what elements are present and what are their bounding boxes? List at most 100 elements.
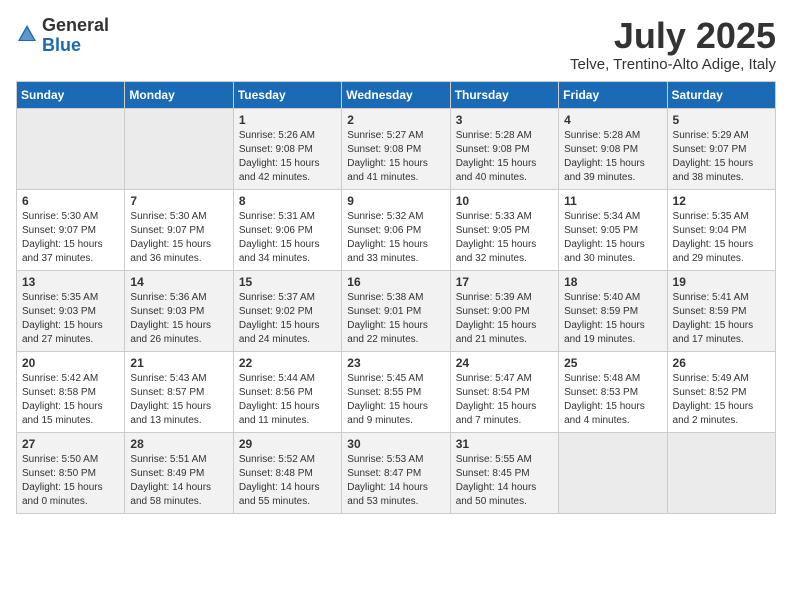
weekday-header-sunday: Sunday: [17, 81, 125, 108]
weekday-header-wednesday: Wednesday: [342, 81, 450, 108]
day-cell: 26 Sunrise: 5:49 AM Sunset: 8:52 PM Dayli…: [667, 351, 775, 432]
day-cell: 18Sunrise: 5:40 AM Sunset: 8:59 PM Dayli…: [559, 270, 667, 351]
day-number: 16: [347, 275, 444, 289]
day-number: 2: [347, 113, 444, 127]
day-cell: 12Sunrise: 5:35 AM Sunset: 9:04 PM Dayli…: [667, 189, 775, 270]
weekday-header-saturday: Saturday: [667, 81, 775, 108]
day-info: Sunrise: 5:52 AM Sunset: 8:48 PM Dayligh…: [239, 453, 336, 509]
title-area: July 2025 Telve, Trentino-Alto Adige, It…: [570, 16, 776, 73]
day-info: Sunrise: 5:30 AM Sunset: 9:07 PM Dayligh…: [22, 210, 119, 266]
day-cell: 1 Sunrise: 5:26 AM Sunset: 9:08 PM Daylig…: [233, 108, 341, 189]
day-info: Sunrise: 5:37 AM Sunset: 9:02 PM Dayligh…: [239, 291, 336, 347]
week-row-4: 20 Sunrise: 5:42 AM Sunset: 8:58 PM Dayli…: [17, 351, 776, 432]
day-number: 3: [456, 113, 553, 127]
day-cell: 21 Sunrise: 5:43 AM Sunset: 8:57 PM Dayli…: [125, 351, 233, 432]
day-number: 26: [673, 356, 770, 370]
day-info: Sunrise: 5:43 AM Sunset: 8:57 PM Dayligh…: [130, 372, 227, 428]
day-cell: 2 Sunrise: 5:27 AM Sunset: 9:08 PM Daylig…: [342, 108, 450, 189]
day-cell: 31Sunrise: 5:55 AM Sunset: 8:45 PM Dayli…: [450, 432, 558, 513]
day-number: 28: [130, 437, 227, 451]
week-row-2: 6 Sunrise: 5:30 AM Sunset: 9:07 PM Daylig…: [17, 189, 776, 270]
day-info: Sunrise: 5:33 AM Sunset: 9:05 PM Dayligh…: [456, 210, 553, 266]
logo-text: General Blue: [42, 16, 109, 56]
day-info: Sunrise: 5:35 AM Sunset: 9:03 PM Dayligh…: [22, 291, 119, 347]
day-cell: 13 Sunrise: 5:35 AM Sunset: 9:03 PM Dayli…: [17, 270, 125, 351]
weekday-header-monday: Monday: [125, 81, 233, 108]
day-cell: [17, 108, 125, 189]
day-info: Sunrise: 5:53 AM Sunset: 8:47 PM Dayligh…: [347, 453, 444, 509]
day-cell: 10 Sunrise: 5:33 AM Sunset: 9:05 PM Dayli…: [450, 189, 558, 270]
day-cell: 15 Sunrise: 5:37 AM Sunset: 9:02 PM Dayli…: [233, 270, 341, 351]
day-info: Sunrise: 5:50 AM Sunset: 8:50 PM Dayligh…: [22, 453, 119, 509]
day-cell: 22 Sunrise: 5:44 AM Sunset: 8:56 PM Dayli…: [233, 351, 341, 432]
day-cell: 28 Sunrise: 5:51 AM Sunset: 8:49 PM Dayli…: [125, 432, 233, 513]
day-number: 20: [22, 356, 119, 370]
day-number: 7: [130, 194, 227, 208]
day-info: Sunrise: 5:35 AM Sunset: 9:04 PM Dayligh…: [673, 210, 770, 266]
day-info: Sunrise: 5:29 AM Sunset: 9:07 PM Dayligh…: [673, 129, 770, 185]
day-number: 25: [564, 356, 661, 370]
day-number: 29: [239, 437, 336, 451]
day-number: 4: [564, 113, 661, 127]
day-cell: 24 Sunrise: 5:47 AM Sunset: 8:54 PM Dayli…: [450, 351, 558, 432]
day-cell: 14 Sunrise: 5:36 AM Sunset: 9:03 PM Dayli…: [125, 270, 233, 351]
day-cell: 6 Sunrise: 5:30 AM Sunset: 9:07 PM Daylig…: [17, 189, 125, 270]
day-info: Sunrise: 5:55 AM Sunset: 8:45 PM Dayligh…: [456, 453, 553, 509]
day-cell: 27 Sunrise: 5:50 AM Sunset: 8:50 PM Dayli…: [17, 432, 125, 513]
day-info: Sunrise: 5:36 AM Sunset: 9:03 PM Dayligh…: [130, 291, 227, 347]
day-number: 11: [564, 194, 661, 208]
month-title: July 2025: [570, 16, 776, 56]
day-info: Sunrise: 5:45 AM Sunset: 8:55 PM Dayligh…: [347, 372, 444, 428]
calendar: SundayMondayTuesdayWednesdayThursdayFrid…: [16, 81, 776, 514]
day-number: 9: [347, 194, 444, 208]
day-cell: [559, 432, 667, 513]
day-cell: 3 Sunrise: 5:28 AM Sunset: 9:08 PM Daylig…: [450, 108, 558, 189]
day-info: Sunrise: 5:47 AM Sunset: 8:54 PM Dayligh…: [456, 372, 553, 428]
weekday-header-thursday: Thursday: [450, 81, 558, 108]
day-cell: 17Sunrise: 5:39 AM Sunset: 9:00 PM Dayli…: [450, 270, 558, 351]
day-number: 27: [22, 437, 119, 451]
day-number: 1: [239, 113, 336, 127]
day-number: 14: [130, 275, 227, 289]
week-row-3: 13 Sunrise: 5:35 AM Sunset: 9:03 PM Dayli…: [17, 270, 776, 351]
day-info: Sunrise: 5:28 AM Sunset: 9:08 PM Dayligh…: [456, 129, 553, 185]
day-number: 21: [130, 356, 227, 370]
day-cell: 4 Sunrise: 5:28 AM Sunset: 9:08 PM Daylig…: [559, 108, 667, 189]
logo-icon: [16, 23, 38, 50]
day-cell: 20 Sunrise: 5:42 AM Sunset: 8:58 PM Dayli…: [17, 351, 125, 432]
day-cell: [667, 432, 775, 513]
header: General Blue July 2025 Telve, Trentino-A…: [16, 16, 776, 73]
day-cell: 8 Sunrise: 5:31 AM Sunset: 9:06 PM Daylig…: [233, 189, 341, 270]
day-number: 22: [239, 356, 336, 370]
day-cell: 19Sunrise: 5:41 AM Sunset: 8:59 PM Dayli…: [667, 270, 775, 351]
day-number: 30: [347, 437, 444, 451]
day-cell: 29 Sunrise: 5:52 AM Sunset: 8:48 PM Dayli…: [233, 432, 341, 513]
day-info: Sunrise: 5:44 AM Sunset: 8:56 PM Dayligh…: [239, 372, 336, 428]
day-info: Sunrise: 5:40 AM Sunset: 8:59 PM Dayligh…: [564, 291, 661, 347]
day-info: Sunrise: 5:26 AM Sunset: 9:08 PM Dayligh…: [239, 129, 336, 185]
day-cell: 30 Sunrise: 5:53 AM Sunset: 8:47 PM Dayli…: [342, 432, 450, 513]
location-title: Telve, Trentino-Alto Adige, Italy: [570, 56, 776, 73]
day-cell: 23Sunrise: 5:45 AM Sunset: 8:55 PM Dayli…: [342, 351, 450, 432]
day-info: Sunrise: 5:32 AM Sunset: 9:06 PM Dayligh…: [347, 210, 444, 266]
day-info: Sunrise: 5:31 AM Sunset: 9:06 PM Dayligh…: [239, 210, 336, 266]
day-cell: 16Sunrise: 5:38 AM Sunset: 9:01 PM Dayli…: [342, 270, 450, 351]
day-number: 10: [456, 194, 553, 208]
day-info: Sunrise: 5:49 AM Sunset: 8:52 PM Dayligh…: [673, 372, 770, 428]
day-number: 15: [239, 275, 336, 289]
day-info: Sunrise: 5:42 AM Sunset: 8:58 PM Dayligh…: [22, 372, 119, 428]
day-number: 13: [22, 275, 119, 289]
day-info: Sunrise: 5:51 AM Sunset: 8:49 PM Dayligh…: [130, 453, 227, 509]
day-number: 6: [22, 194, 119, 208]
day-cell: 5 Sunrise: 5:29 AM Sunset: 9:07 PM Daylig…: [667, 108, 775, 189]
day-number: 17: [456, 275, 553, 289]
day-info: Sunrise: 5:48 AM Sunset: 8:53 PM Dayligh…: [564, 372, 661, 428]
day-cell: 25 Sunrise: 5:48 AM Sunset: 8:53 PM Dayli…: [559, 351, 667, 432]
day-info: Sunrise: 5:28 AM Sunset: 9:08 PM Dayligh…: [564, 129, 661, 185]
weekday-header-tuesday: Tuesday: [233, 81, 341, 108]
day-number: 8: [239, 194, 336, 208]
day-number: 5: [673, 113, 770, 127]
day-number: 24: [456, 356, 553, 370]
day-info: Sunrise: 5:27 AM Sunset: 9:08 PM Dayligh…: [347, 129, 444, 185]
day-cell: 7Sunrise: 5:30 AM Sunset: 9:07 PM Daylig…: [125, 189, 233, 270]
